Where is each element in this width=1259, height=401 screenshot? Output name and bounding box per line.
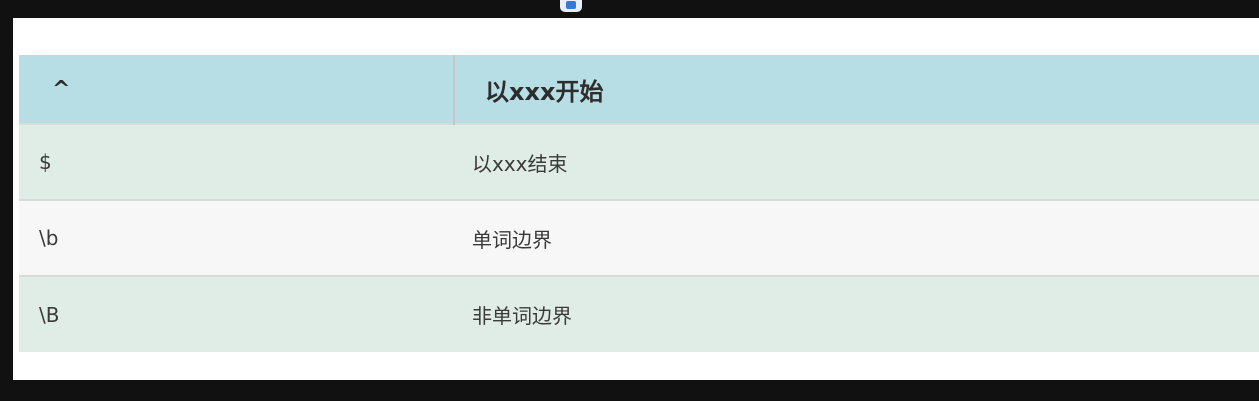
- cell-symbol: $: [39, 150, 52, 174]
- table-row: $ 以xxx结束: [19, 124, 1259, 200]
- table-row: \b 单词边界: [19, 200, 1259, 276]
- header-cell-meaning: 以xxx开始: [485, 77, 604, 106]
- bottom-bar: [0, 380, 1259, 401]
- content-panel: ^ 以xxx开始 $ 以xxx结束 \b 单词边界 \B 非单词边界: [13, 18, 1259, 380]
- toolbar-icon[interactable]: [560, 0, 582, 12]
- cell-meaning: 非单词边界: [472, 304, 572, 328]
- cell-meaning: 单词边界: [472, 227, 552, 252]
- table-row: \B 非单词边界: [19, 276, 1259, 352]
- cell-meaning: 以xxx结束: [472, 151, 568, 176]
- app-icon: [566, 1, 576, 9]
- top-bar: [0, 0, 1259, 18]
- header-cell-symbol: ^: [19, 55, 455, 124]
- cell-symbol: \b: [39, 226, 59, 250]
- regex-anchor-table: ^ 以xxx开始 $ 以xxx结束 \b 单词边界 \B 非单词边界: [19, 55, 1259, 352]
- table-header-row: ^ 以xxx开始: [19, 55, 1259, 124]
- cell-symbol: \B: [39, 302, 60, 327]
